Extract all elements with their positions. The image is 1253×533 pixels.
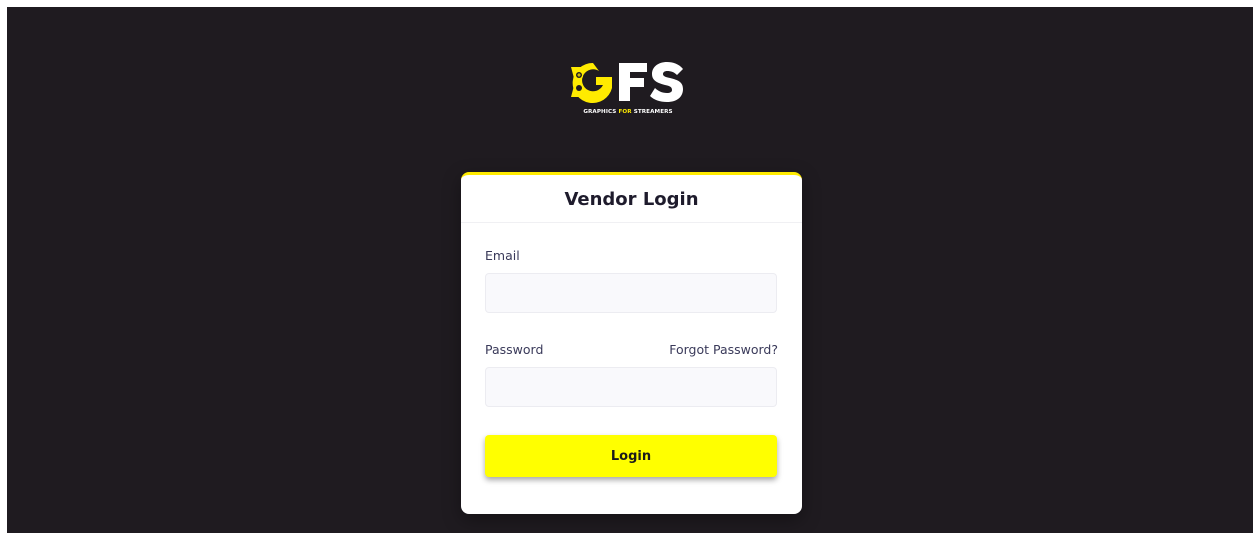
- logo-tagline: GRAPHICS FOR STREAMERS: [583, 109, 673, 115]
- gfs-logo: GRAPHICS FOR STREAMERS: [563, 55, 693, 127]
- vendor-login-card: Vendor Login Email Password Forgot Passw…: [461, 172, 802, 514]
- password-field[interactable]: [485, 367, 777, 407]
- card-title: Vendor Login: [564, 188, 699, 210]
- email-label: Email: [485, 248, 520, 263]
- login-button[interactable]: Login: [485, 435, 777, 477]
- password-label: Password: [485, 342, 544, 357]
- email-field[interactable]: [485, 273, 777, 313]
- page-background: GRAPHICS FOR STREAMERS Vendor Login Emai…: [7, 7, 1253, 533]
- gfs-logo-mark: [571, 62, 683, 103]
- card-header: Vendor Login: [461, 175, 802, 223]
- forgot-password-link[interactable]: Forgot Password?: [669, 342, 778, 357]
